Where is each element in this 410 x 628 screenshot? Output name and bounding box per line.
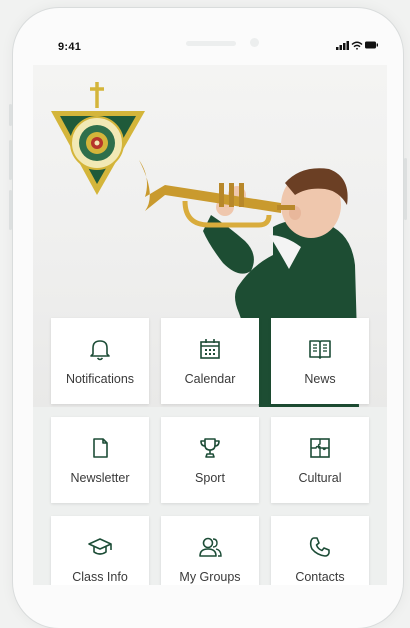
tile-newsletter[interactable]: Newsletter	[51, 417, 149, 503]
tile-label: Notifications	[65, 372, 135, 386]
power-button	[404, 158, 407, 220]
graduation-cap-icon	[88, 538, 112, 555]
tile-label: Cultural	[298, 471, 342, 485]
tile-sport[interactable]: Sport	[161, 417, 259, 503]
users-icon	[199, 537, 222, 557]
signal-icon	[336, 41, 349, 50]
calendar-icon	[200, 339, 220, 359]
front-camera	[250, 38, 259, 47]
tile-label: Newsletter	[70, 471, 130, 485]
trophy-icon	[200, 438, 220, 458]
volume-down-button	[9, 190, 12, 230]
mute-switch	[9, 104, 12, 126]
book-icon	[309, 340, 331, 359]
tile-label: Sport	[195, 471, 225, 485]
tile-news[interactable]: News	[271, 318, 369, 404]
speaker-grille	[186, 41, 236, 46]
puzzle-icon	[310, 438, 330, 458]
volume-up-button	[9, 140, 12, 180]
document-icon	[93, 438, 108, 458]
tile-calendar[interactable]: Calendar	[161, 318, 259, 404]
tile-label: News	[304, 372, 336, 386]
college-crest-logo	[51, 82, 145, 195]
status-icons	[336, 41, 378, 50]
tile-my-groups[interactable]: My Groups	[161, 516, 259, 585]
tile-cultural[interactable]: Cultural	[271, 417, 369, 503]
trumpet	[139, 160, 295, 228]
tile-notifications[interactable]: Notifications	[51, 318, 149, 404]
tile-class-info[interactable]: Class Info	[51, 516, 149, 585]
wifi-icon	[351, 41, 363, 50]
phone-icon	[309, 537, 330, 557]
status-time: 9:41	[58, 41, 82, 53]
battery-icon	[365, 41, 378, 49]
app-screen: Notifications Calendar News Newsletter S…	[33, 65, 387, 585]
bell-icon	[90, 340, 110, 361]
tile-contacts[interactable]: Contacts	[271, 516, 369, 585]
tile-label: Calendar	[184, 372, 236, 386]
menu-grid: Notifications Calendar News Newsletter S…	[33, 315, 387, 585]
